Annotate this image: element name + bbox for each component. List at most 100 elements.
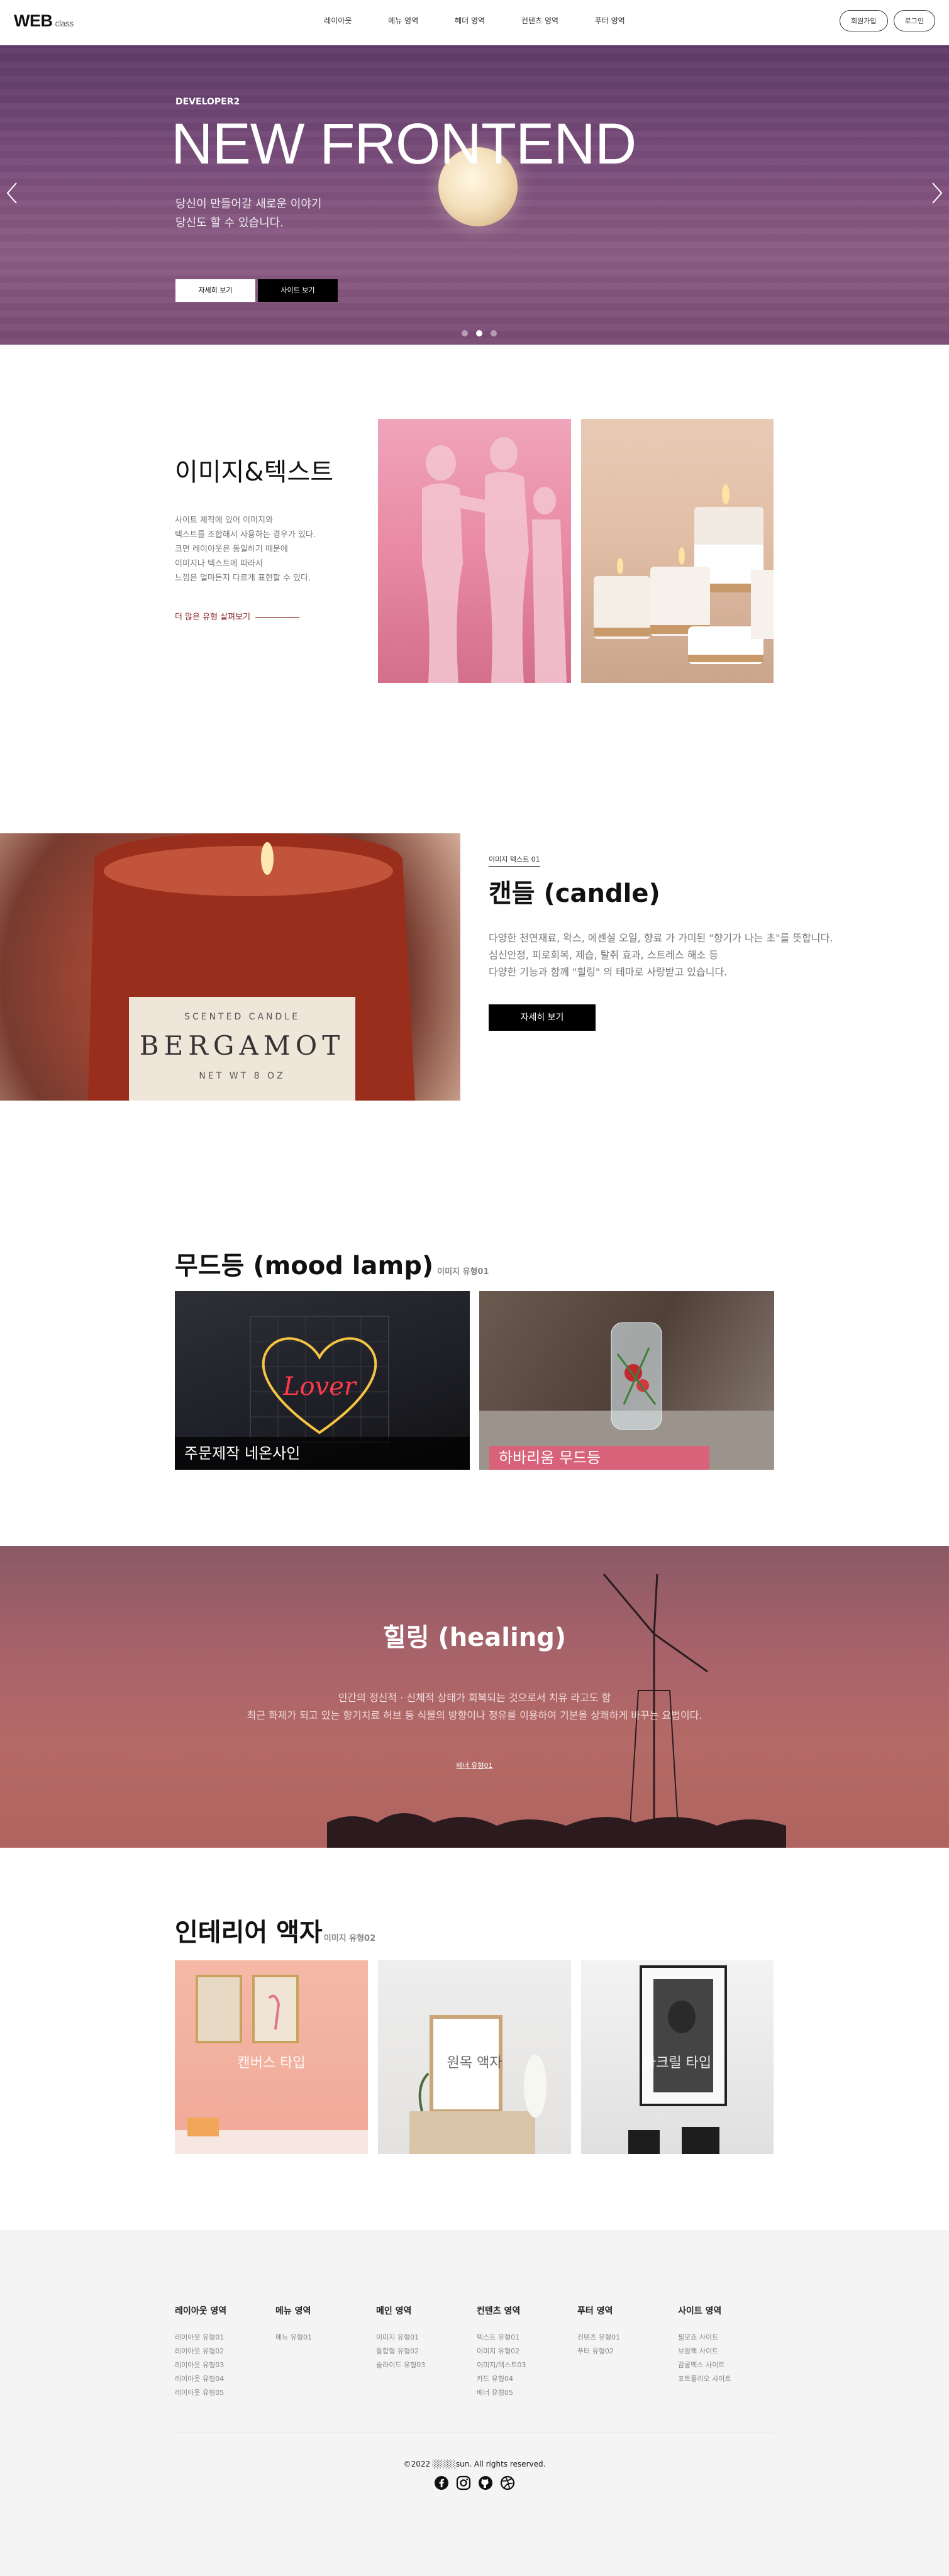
footer-column-menu: 메뉴 영역 메뉴 유형01 (275, 2304, 370, 2345)
slider-detail-button[interactable]: 자세히 보기 (175, 279, 255, 302)
nav-item-menu[interactable]: 메뉴 영역 (388, 15, 418, 26)
healing-desc-line: 인간의 정신적 · 신체적 상태가 회복되는 것으로서 치유 라고도 함 (338, 1692, 611, 1704)
footer-column-layout: 레이아웃 영역 레이아웃 유형01 레이아웃 유형02 레이아웃 유형03 레이… (175, 2304, 269, 2400)
herbarium-lamp-card[interactable]: 하바리움 무드등 (479, 1291, 774, 1470)
footer-link[interactable]: 컨텐츠 유형01 (577, 2331, 672, 2345)
slider-title: NEW FRONTEND (171, 112, 636, 176)
footer-link[interactable]: 이미지/텍스트03 (477, 2358, 571, 2372)
imgtext-description: 사이트 제작에 있어 이미지와 텍스트를 조합해서 사용하는 경우가 있다. 크… (175, 513, 316, 586)
copyright: ©2022 ░░░░sun. All rights reserved. (403, 2460, 546, 2468)
imgtext-desc-line: 느낌은 얼마든지 다르게 표현할 수 있다. (175, 574, 311, 583)
footer-link[interactable]: 포트폴리오 사이트 (678, 2372, 772, 2386)
sns-links (0, 2475, 949, 2493)
footer-link[interactable]: 이미지 유형01 (376, 2331, 470, 2345)
candle-description: 다양한 천연재료, 왁스, 에센셜 오일, 향료 가 가미된 "향기가 나는 초… (489, 930, 833, 980)
slider-dot[interactable] (491, 330, 497, 336)
arrow-line (255, 617, 300, 618)
wood-frame-card[interactable]: 원목 액자 (378, 1960, 571, 2154)
footer-link[interactable]: 배너 유형05 (477, 2386, 571, 2400)
mood-title: 무드등 (mood lamp) 이미지 유형01 (175, 1245, 489, 1282)
footer-column-title: 푸터 영역 (577, 2306, 613, 2316)
footer-link[interactable]: 레이아웃 유형05 (175, 2386, 269, 2400)
header-buttons: 회원가입 로그인 (837, 10, 935, 31)
candle-title: 캔들 (candle) (489, 879, 660, 908)
facebook-icon[interactable] (434, 2475, 449, 2490)
footer-link[interactable]: 슬라이드 유형03 (376, 2358, 470, 2372)
candles-image (581, 419, 774, 683)
nav-item-layout[interactable]: 레이아웃 (324, 15, 352, 26)
footer-link[interactable]: 통합형 유형02 (376, 2345, 470, 2358)
login-button[interactable]: 로그인 (893, 10, 935, 31)
candle-eyebrow: 이미지 텍스트 01 (489, 854, 540, 867)
healing-description: 인간의 정신적 · 신체적 상태가 회복되는 것으로서 치유 라고도 함 최근 … (0, 1689, 949, 1724)
imgtext-desc-line: 텍스트를 조합해서 사용하는 경우가 있다. (175, 530, 316, 540)
footer-link[interactable]: 레이아웃 유형02 (175, 2345, 269, 2358)
footer-link[interactable]: 감롱맥스 사이트 (678, 2358, 772, 2372)
site-header: WEB class 레이아웃 메뉴 영역 헤더 영역 컨텐츠 영역 푸터 영역 회… (0, 0, 949, 45)
dribbble-icon[interactable] (500, 2475, 515, 2490)
healing-link[interactable]: 배너 유형01 (0, 1760, 949, 1770)
healing-banner: 힐링 (healing) 인간의 정신적 · 신체적 상태가 회복되는 것으로서… (0, 1546, 949, 1848)
footer-column-footer: 푸터 영역 컨텐츠 유형01 푸터 유형02 (577, 2304, 672, 2358)
nav-item-footer[interactable]: 푸터 영역 (595, 15, 625, 26)
slider-dot-active[interactable] (476, 330, 483, 336)
footer-column-title: 레이아웃 영역 (175, 2306, 227, 2316)
footer-link[interactable]: 필모죠 사이트 (678, 2331, 772, 2345)
interior-title-text: 인테리어 액자 (175, 1918, 323, 1947)
footer-link[interactable]: 레이아웃 유형01 (175, 2331, 269, 2345)
footer-link[interactable]: 메뉴 유형01 (275, 2331, 370, 2345)
imgtext-desc-line: 사이트 제작에 있어 이미지와 (175, 516, 273, 525)
slider-site-button[interactable]: 사이트 보기 (258, 279, 338, 302)
candle-detail-button[interactable]: 자세히 보기 (489, 1004, 596, 1031)
slider-desc-line: 당신도 할 수 있습니다. (175, 216, 284, 230)
imgtext-desc-line: 이미지나 텍스트에 따라서 (175, 559, 263, 569)
footer-column-main: 메인 영역 이미지 유형01 통합형 유형02 슬라이드 유형03 (376, 2304, 470, 2372)
chevron-right-icon[interactable] (930, 180, 944, 212)
mood-subtitle: 이미지 유형01 (437, 1267, 489, 1277)
footer-column-title: 메인 영역 (376, 2306, 412, 2316)
more-types-link[interactable]: 더 많은 유형 살펴보기 (175, 610, 300, 622)
footer-column-title: 사이트 영역 (678, 2306, 722, 2316)
hero-slider: DEVELOPER2 NEW FRONTEND 당신이 만들어갈 새로운 이야기… (0, 45, 949, 345)
candle-desc-line: 다양한 기능과 함께 "힐링" 의 테마로 사랑받고 있습니다. (489, 966, 728, 978)
canvas-frame-caption: 캔버스 타입 (237, 2055, 306, 2071)
more-types-label: 더 많은 유형 살펴보기 (175, 613, 251, 622)
footer-link[interactable]: 레이아웃 유형03 (175, 2358, 269, 2372)
footer-link[interactable]: 텍스트 유형01 (477, 2331, 571, 2345)
slider-eyebrow: DEVELOPER2 (175, 97, 240, 107)
mood-title-text: 무드등 (mood lamp) (175, 1252, 434, 1280)
slider-description: 당신이 만들어갈 새로운 이야기 당신도 할 수 있습니다. (175, 195, 321, 233)
acrylic-frame-caption: 아크릴 타입 (643, 2055, 712, 2071)
acrylic-frame-card[interactable]: 아크릴 타입 (581, 1960, 774, 2154)
canvas-frame-card[interactable]: 캔버스 타입 (175, 1960, 368, 2154)
footer-link[interactable]: 레이아웃 유형04 (175, 2372, 269, 2386)
nav-item-contents[interactable]: 컨텐츠 영역 (521, 15, 558, 26)
slider-desc-line: 당신이 만들어갈 새로운 이야기 (175, 197, 322, 211)
herbarium-lamp-caption: 하바리움 무드등 (489, 1446, 709, 1470)
footer-column-title: 메뉴 영역 (275, 2306, 311, 2316)
footer-column-title: 컨텐츠 영역 (477, 2306, 521, 2316)
footer-link[interactable]: 보람팩 사이트 (678, 2345, 772, 2358)
bergamot-candle-image: SCENTED CANDLE BERGAMOT NET WT 8 OZ (0, 833, 460, 1101)
slider-pagination (459, 327, 499, 339)
main-nav: 레이아웃 메뉴 영역 헤더 영역 컨텐츠 영역 푸터 영역 (0, 15, 949, 26)
imgtext-desc-line: 크면 레이아웃은 동일하기 때문에 (175, 545, 288, 554)
jar-label-top: SCENTED CANDLE (184, 1012, 300, 1022)
healing-title: 힐링 (healing) (382, 1623, 567, 1652)
github-icon[interactable] (478, 2475, 493, 2490)
neon-sign-card[interactable]: Lover 주문제작 네온사인 (175, 1291, 470, 1470)
interior-subtitle: 이미지 유형02 (323, 1934, 376, 1943)
chevron-left-icon[interactable] (5, 180, 19, 212)
nav-item-header[interactable]: 헤더 영역 (455, 15, 485, 26)
footer-link[interactable]: 푸터 유형02 (577, 2345, 672, 2358)
slider-dot[interactable] (462, 330, 468, 336)
neon-text: Lover (282, 1372, 358, 1401)
signup-button[interactable]: 회원가입 (840, 10, 888, 31)
imgtext-title: 이미지&텍스트 (175, 458, 333, 487)
statue-image (378, 419, 571, 683)
footer-column-contents: 컨텐츠 영역 텍스트 유형01 이미지 유형02 이미지/텍스트03 카드 유형… (477, 2304, 571, 2400)
footer-link[interactable]: 이미지 유형02 (477, 2345, 571, 2358)
instagram-icon[interactable] (456, 2475, 471, 2490)
footer-column-sites: 사이트 영역 필모죠 사이트 보람팩 사이트 감롱맥스 사이트 포트폴리오 사이… (678, 2304, 772, 2386)
footer-link[interactable]: 카드 유형04 (477, 2372, 571, 2386)
